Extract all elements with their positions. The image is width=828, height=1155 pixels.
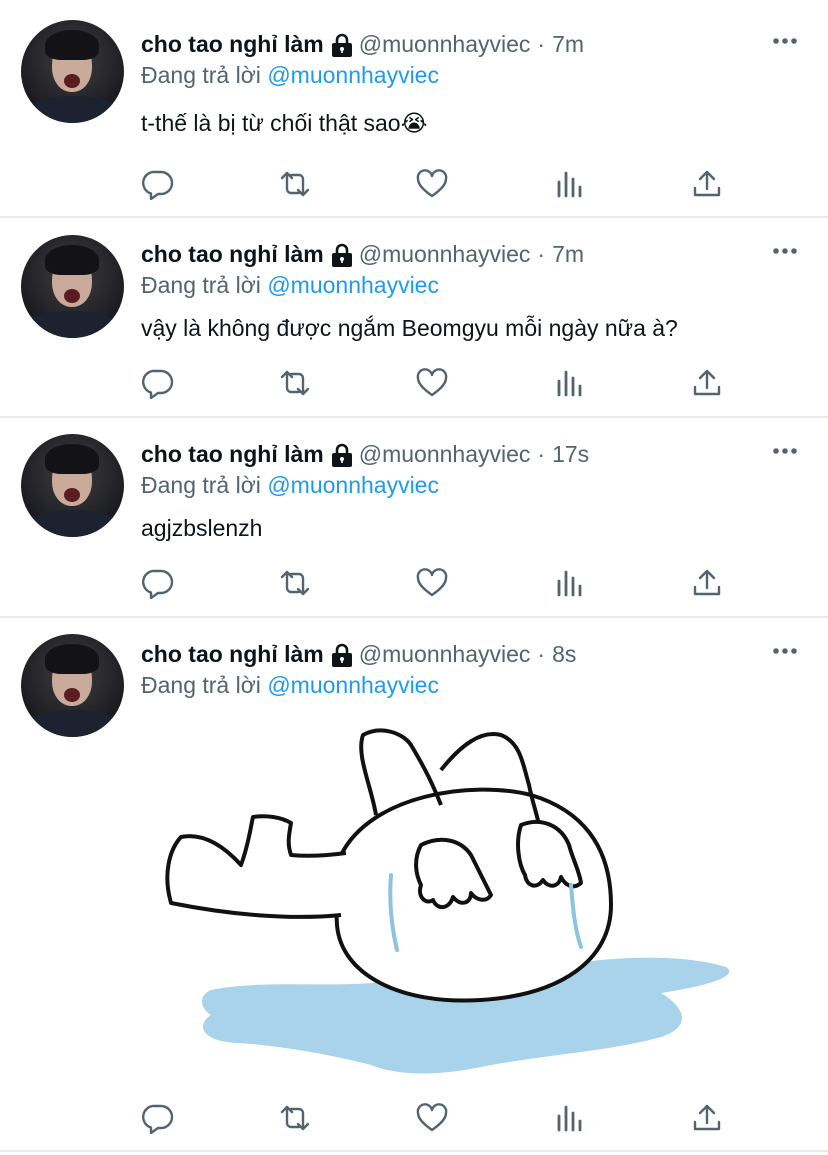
timestamp[interactable]: 7m	[552, 31, 584, 58]
reply-icon[interactable]	[140, 565, 176, 601]
reply-icon[interactable]	[140, 365, 176, 401]
lock-icon	[331, 643, 353, 667]
display-name[interactable]: cho tao nghỉ làm	[141, 641, 324, 668]
tweet[interactable]: cho tao nghỉ làm @muonnhayviec · 7m Đang…	[0, 0, 828, 218]
handle[interactable]: @muonnhayviec	[359, 441, 531, 468]
display-name[interactable]: cho tao nghỉ làm	[141, 241, 324, 268]
reply-mention[interactable]: @muonnhayviec	[267, 272, 439, 298]
share-icon[interactable]	[689, 1100, 725, 1136]
replying-to: Đang trả lời @muonnhayviec	[141, 472, 439, 499]
action-bar	[0, 1100, 828, 1136]
lock-icon	[331, 443, 353, 467]
crying-doodle-image	[165, 728, 730, 1074]
tweet-text: vậy là không được ngắm Beomgyu mỗi ngày …	[141, 315, 678, 341]
timestamp[interactable]: 7m	[552, 241, 584, 268]
avatar[interactable]	[21, 20, 124, 123]
retweet-icon[interactable]	[277, 365, 313, 401]
timestamp[interactable]: 17s	[552, 441, 589, 468]
more-icon[interactable]	[772, 441, 798, 461]
tweet-header: cho tao nghỉ làm @muonnhayviec · 17s	[141, 439, 589, 469]
action-bar	[0, 365, 828, 401]
like-icon[interactable]	[414, 365, 450, 401]
handle[interactable]: @muonnhayviec	[359, 241, 531, 268]
like-icon[interactable]	[414, 166, 450, 202]
tweet-text: t-thế là bị từ chối thật sao😭	[141, 110, 428, 136]
separator: ·	[537, 440, 546, 467]
reply-prefix: Đang trả lời	[141, 62, 261, 88]
like-icon[interactable]	[414, 565, 450, 601]
tweet[interactable]: cho tao nghỉ làm @muonnhayviec · 17s Đan…	[0, 418, 828, 618]
tweet-header: cho tao nghỉ làm @muonnhayviec · 7m	[141, 29, 584, 59]
reply-prefix: Đang trả lời	[141, 672, 261, 698]
avatar[interactable]	[21, 634, 124, 737]
replying-to: Đang trả lời @muonnhayviec	[141, 272, 439, 299]
timestamp[interactable]: 8s	[552, 641, 576, 668]
lock-icon	[331, 33, 353, 57]
more-icon[interactable]	[772, 641, 798, 661]
share-icon[interactable]	[689, 166, 725, 202]
retweet-icon[interactable]	[277, 565, 313, 601]
tweet[interactable]: cho tao nghỉ làm @muonnhayviec · 8s Đang…	[0, 618, 828, 1152]
like-icon[interactable]	[414, 1100, 450, 1136]
handle[interactable]: @muonnhayviec	[359, 641, 531, 668]
more-icon[interactable]	[772, 241, 798, 261]
display-name[interactable]: cho tao nghỉ làm	[141, 31, 324, 58]
share-icon[interactable]	[689, 365, 725, 401]
reply-icon[interactable]	[140, 1100, 176, 1136]
tweet-header: cho tao nghỉ làm @muonnhayviec · 7m	[141, 239, 584, 269]
separator: ·	[537, 30, 546, 57]
avatar[interactable]	[21, 235, 124, 338]
tweet-text: agjzbslenzh	[141, 515, 263, 541]
handle[interactable]: @muonnhayviec	[359, 31, 531, 58]
reply-mention[interactable]: @muonnhayviec	[267, 62, 439, 88]
more-icon[interactable]	[772, 31, 798, 51]
stats-icon[interactable]	[552, 1100, 588, 1136]
replying-to: Đang trả lời @muonnhayviec	[141, 672, 439, 699]
separator: ·	[537, 640, 546, 667]
avatar[interactable]	[21, 434, 124, 537]
separator: ·	[537, 240, 546, 267]
lock-icon	[331, 243, 353, 267]
stats-icon[interactable]	[552, 565, 588, 601]
reply-prefix: Đang trả lời	[141, 472, 261, 498]
reply-icon[interactable]	[140, 166, 176, 202]
tweet-header: cho tao nghỉ làm @muonnhayviec · 8s	[141, 639, 576, 669]
replying-to: Đang trả lời @muonnhayviec	[141, 62, 439, 89]
stats-icon[interactable]	[552, 166, 588, 202]
reply-mention[interactable]: @muonnhayviec	[267, 472, 439, 498]
tweet[interactable]: cho tao nghỉ làm @muonnhayviec · 7m Đang…	[0, 218, 828, 418]
action-bar	[0, 565, 828, 601]
retweet-icon[interactable]	[277, 166, 313, 202]
reply-prefix: Đang trả lời	[141, 272, 261, 298]
display-name[interactable]: cho tao nghỉ làm	[141, 441, 324, 468]
stats-icon[interactable]	[552, 365, 588, 401]
reply-mention[interactable]: @muonnhayviec	[267, 672, 439, 698]
share-icon[interactable]	[689, 565, 725, 601]
retweet-icon[interactable]	[277, 1100, 313, 1136]
action-bar	[0, 166, 828, 202]
